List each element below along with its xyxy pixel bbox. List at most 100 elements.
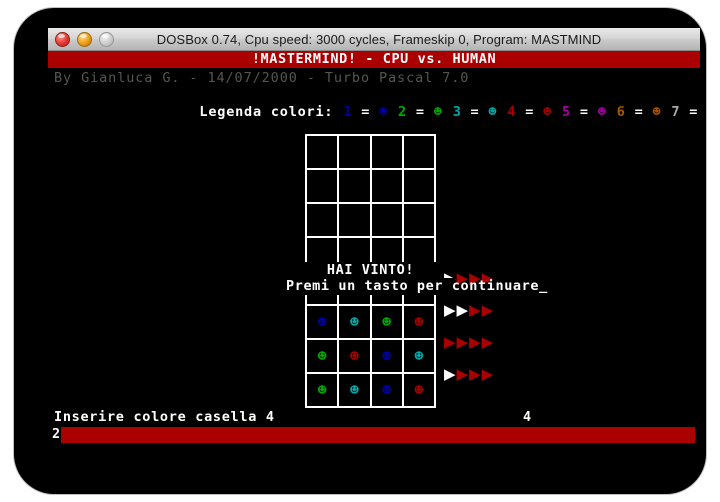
legend-equals: =	[570, 104, 598, 120]
legend-entry-1: 1 = ☻	[343, 104, 388, 120]
board-row: ☻ ☻ ☻ ☻	[304, 372, 437, 408]
legend-entry-5: 5 = ☻	[562, 104, 607, 120]
board-peg-filled[interactable]: ☻	[304, 338, 340, 374]
board-cell-empty[interactable]	[304, 202, 340, 238]
zoom-button[interactable]	[99, 31, 114, 47]
board-peg-filled[interactable]: ☻	[337, 372, 372, 408]
peg-icon: ☻	[349, 380, 359, 399]
peg-icon: ☻	[349, 312, 359, 331]
board-cell-empty[interactable]	[337, 202, 372, 238]
input-field-bar[interactable]	[61, 427, 695, 443]
window-title: DOSBox 0.74, Cpu speed: 3000 cycles, Fra…	[156, 31, 602, 47]
author-byline: By Gianluca G. - 14/07/2000 - Turbo Pasc…	[54, 70, 470, 86]
feedback-arrow-red: ▶	[469, 365, 482, 383]
board-cell-empty[interactable]	[369, 168, 404, 204]
feedback-arrow-red: ▶	[456, 365, 470, 383]
legend-entries: 1 = ☻2 = ☻3 = ☻4 = ☻5 = ☻6 = ☻7 = ☻	[333, 104, 700, 120]
feedback-arrow-red: ▶	[481, 301, 495, 319]
legend-peg-icon: ☻	[652, 104, 662, 120]
row-feedback: ▶▶▶▶	[444, 326, 504, 358]
board-peg-filled[interactable]: ☻	[337, 338, 372, 374]
legend-equals: =	[689, 104, 699, 120]
board-peg-filled[interactable]: ☻	[401, 338, 437, 374]
board-peg-filled[interactable]: ☻	[304, 372, 340, 408]
board-cell-empty[interactable]	[401, 134, 437, 170]
board-cell-empty[interactable]	[304, 168, 340, 204]
board-peg-filled[interactable]: ☻	[337, 304, 372, 340]
legend-number: 5	[562, 104, 571, 120]
feedback-arrow-red: ▶	[469, 301, 482, 319]
minimize-button[interactable]	[77, 31, 92, 47]
peg-icon: ☻	[382, 380, 392, 399]
board-peg-filled[interactable]: ☻	[369, 372, 404, 408]
desktop-backdrop: DOSBox 0.74, Cpu speed: 3000 cycles, Fra…	[14, 8, 706, 494]
legend-number: 6	[616, 104, 626, 120]
board-cell-empty[interactable]	[369, 134, 404, 170]
board-peg-filled[interactable]: ☻	[369, 304, 404, 340]
close-button[interactable]	[55, 31, 70, 47]
legend-entry-3: 3 = ☻	[453, 104, 498, 120]
legend-number: 2	[398, 104, 407, 120]
legend-entry-6: 6 = ☻	[617, 104, 662, 120]
input-row[interactable]: 2	[48, 426, 700, 443]
legend-peg-icon: ☻	[597, 104, 607, 120]
peg-icon: ☻	[414, 312, 424, 331]
board-cell-empty[interactable]	[401, 202, 437, 238]
board-cell-empty[interactable]	[369, 202, 404, 238]
legend-equals: =	[352, 104, 380, 120]
legend-equals: =	[516, 104, 544, 120]
peg-icon: ☻	[382, 346, 392, 365]
peg-icon: ☻	[414, 346, 424, 365]
board-peg-filled[interactable]: ☻	[369, 338, 404, 374]
app-banner: !MASTERMIND! - CPU vs. HUMAN	[48, 51, 700, 68]
game-board: ☻☻☻☻☻☻☻☻☻☻☻☻☻☻☻☻ ▶▶▶▶▶▶▶▶▶▶▶▶▶▶▶▶ HAI VI…	[286, 134, 547, 408]
feedback-arrow-white: ▶	[456, 301, 470, 319]
legend-peg-icon: ☻	[543, 104, 553, 120]
feedback-arrow-red: ▶	[456, 333, 470, 351]
legend-entry-7: 7 = ☻	[671, 104, 700, 120]
legend-equals: =	[461, 104, 489, 120]
legend-number: 4	[507, 104, 517, 120]
continue-message: Premi un tasto per continuare_	[286, 278, 548, 295]
prompt-label: Inserire colore casella 4	[54, 409, 275, 425]
row-feedback: ▶▶▶▶	[444, 294, 504, 326]
board-cell-empty[interactable]	[401, 168, 437, 204]
board-peg-filled[interactable]: ☻	[304, 304, 340, 340]
peg-icon: ☻	[317, 346, 327, 365]
board-row	[304, 134, 437, 170]
board-cell-empty[interactable]	[304, 134, 340, 170]
legend-number: 7	[671, 104, 681, 120]
board-peg-filled[interactable]: ☻	[401, 304, 437, 340]
legend-number: 1	[343, 104, 353, 120]
row-feedback: ▶▶▶▶	[444, 358, 504, 390]
legend-peg-icon: ☻	[488, 104, 498, 120]
legend-entry-2: 2 = ☻	[398, 104, 443, 120]
peg-icon: ☻	[317, 380, 327, 399]
legend-equals: =	[406, 104, 434, 120]
input-value: 2	[52, 426, 61, 442]
peg-icon: ☻	[382, 312, 392, 331]
win-message: HAI VINTO!	[305, 262, 436, 278]
legend-peg-icon: ☻	[379, 104, 389, 120]
window-titlebar[interactable]: DOSBox 0.74, Cpu speed: 3000 cycles, Fra…	[48, 28, 700, 51]
board-cell-empty[interactable]	[337, 168, 372, 204]
feedback-arrow-white: ▶	[444, 301, 457, 319]
board-cell-empty[interactable]	[337, 134, 372, 170]
feedback-arrow-red: ▶	[481, 333, 495, 351]
feedback-arrow-red: ▶	[444, 333, 457, 351]
board-row: ☻ ☻ ☻ ☻	[304, 304, 437, 340]
feedback-arrow-white: ▶	[444, 365, 457, 383]
peg-icon: ☻	[349, 346, 359, 365]
feedback-arrow-red: ▶	[481, 365, 495, 383]
legend-equals: =	[625, 104, 653, 120]
prompt-count: 4	[523, 409, 532, 425]
legend-label: Legenda colori:	[199, 104, 334, 120]
dosbox-window: DOSBox 0.74, Cpu speed: 3000 cycles, Fra…	[48, 28, 700, 446]
board-peg-filled[interactable]: ☻	[401, 372, 437, 408]
dos-screen[interactable]: !MASTERMIND! - CPU vs. HUMAN By Gianluca…	[48, 51, 700, 446]
feedback-arrow-red: ▶	[469, 333, 482, 351]
peg-icon: ☻	[317, 312, 327, 331]
board-row	[304, 168, 437, 204]
board-row: ☻ ☻ ☻ ☻	[304, 338, 437, 374]
peg-icon: ☻	[414, 380, 424, 399]
